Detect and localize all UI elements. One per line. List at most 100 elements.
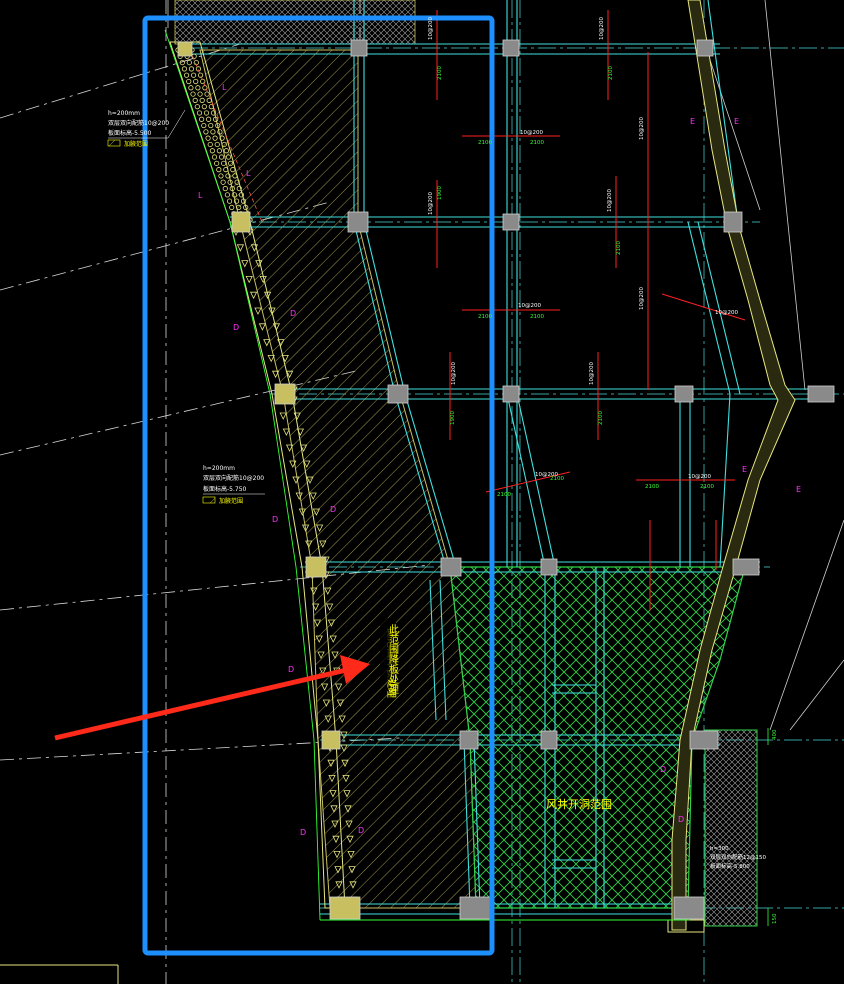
rebar-label: 10@200 — [639, 287, 645, 310]
dim-label: 2100 — [616, 241, 622, 255]
anchor-triangle — [279, 412, 287, 420]
anchor-circle — [197, 72, 204, 78]
mark-label: E — [742, 465, 747, 474]
column — [502, 39, 520, 57]
anchor-circle — [205, 135, 211, 141]
anchor-circle — [214, 141, 220, 148]
column — [440, 557, 462, 577]
mark-label: D — [330, 505, 336, 514]
anchor-circle — [201, 104, 207, 110]
mark-label: D — [290, 309, 296, 318]
anchor-circle — [216, 167, 222, 173]
anchor-circle — [220, 179, 226, 185]
anchor-circle — [226, 198, 233, 204]
note-mid-line2: 双层双向配筋10@200 — [203, 474, 264, 482]
anchor-circle — [229, 204, 235, 211]
column — [723, 211, 743, 233]
anchor-circle — [196, 110, 203, 116]
anchor-circle — [183, 72, 190, 78]
mark-label: E — [690, 117, 695, 126]
anchor-circle — [190, 72, 197, 78]
mark-label: D — [288, 665, 294, 674]
rebar-lines — [436, 10, 746, 610]
note-right-line2: 双层双向配筋12@150 — [710, 853, 766, 861]
dim-label: 2100 — [530, 314, 544, 320]
anchor-circle — [186, 78, 192, 85]
dim-label: 2100 — [700, 484, 714, 490]
mark-label: D — [272, 515, 278, 524]
column — [459, 730, 479, 750]
column — [689, 730, 719, 750]
rebar-label: 10@200 — [451, 362, 457, 385]
anchor-triangle — [263, 339, 271, 347]
anchor-circle — [209, 148, 215, 154]
dim-label: 400 — [772, 729, 778, 740]
anchor-triangle — [245, 275, 253, 284]
column — [347, 211, 369, 233]
rebar-label: 10@200 — [520, 130, 543, 136]
column — [696, 39, 714, 57]
note-top-line2: 双层双向配筋10@200 — [108, 119, 169, 127]
note-top-line4: 加腋范围 — [124, 140, 148, 148]
rebar-label: 10@200 — [715, 310, 738, 316]
anchor-circle — [207, 141, 213, 148]
rebar-label: 10@200 — [688, 474, 711, 480]
column — [459, 896, 491, 920]
column — [673, 896, 705, 920]
dim-label: 1900 — [437, 186, 443, 200]
rebar-labels: 10@200 10@200 10@200 10@200 10@200 10@20… — [428, 17, 738, 480]
mark-label: D — [660, 765, 666, 774]
mark-label: D — [678, 815, 684, 824]
dim-label: 2100 — [530, 140, 544, 146]
column — [274, 383, 296, 405]
column — [540, 558, 558, 576]
anchor-circle — [197, 91, 203, 97]
note-right-line1: h=300 — [710, 846, 729, 852]
anchor-circle — [214, 160, 220, 166]
mark-label: D — [300, 828, 306, 837]
mark-label: D — [233, 323, 239, 332]
note-top-line3: 板面标高-5.500 — [108, 129, 152, 137]
column — [387, 384, 409, 404]
note-mid-line1: h=200mm — [203, 465, 235, 472]
anchor-triangle — [254, 307, 262, 315]
anchor-circle — [216, 148, 222, 154]
column — [177, 41, 193, 57]
anchor-triangle — [282, 428, 291, 436]
anchor-circle — [192, 97, 198, 103]
dim-label: 2100 — [437, 66, 443, 80]
column — [329, 896, 361, 920]
cad-drawing-canvas[interactable]: h=200mm 双层双向配筋10@200 板面标高-5.500 加腋范围 h=2… — [0, 0, 844, 984]
column — [807, 385, 835, 403]
top-slab-hatch — [174, 0, 416, 45]
anchor-circle — [222, 185, 228, 192]
center-label: 风井开洞范围 — [546, 797, 612, 811]
column — [321, 730, 341, 750]
note-top-line1: h=200mm — [108, 110, 140, 117]
dim-label: 2100 — [550, 476, 564, 482]
legend-swatch — [107, 139, 121, 147]
note-mid-line4: 加腋范围 — [219, 497, 243, 505]
anchor-circle — [218, 173, 224, 179]
anchor-circle — [204, 91, 210, 97]
rebar-label: 10@200 — [599, 17, 605, 40]
anchor-circle — [221, 160, 227, 166]
column — [502, 213, 520, 231]
dim-label: 2100 — [478, 140, 492, 146]
anchor-circle — [188, 85, 194, 91]
dim-label: 2100 — [497, 492, 511, 498]
anchor-circle — [203, 129, 209, 135]
dim-label: 2100 — [598, 411, 604, 425]
rebar-label: 10@200 — [639, 117, 645, 140]
anchor-circle — [206, 97, 212, 103]
column — [350, 39, 368, 57]
anchor-triangle — [258, 323, 267, 331]
anchor-circle — [199, 116, 205, 122]
rebar-label: 10@200 — [607, 189, 613, 212]
column — [231, 211, 251, 233]
right-slab-hatch — [704, 729, 758, 927]
column — [674, 385, 694, 403]
rebar-label: 10@200 — [518, 303, 541, 309]
dim-label: 2100 — [645, 484, 659, 490]
anchor-circle — [206, 116, 212, 122]
